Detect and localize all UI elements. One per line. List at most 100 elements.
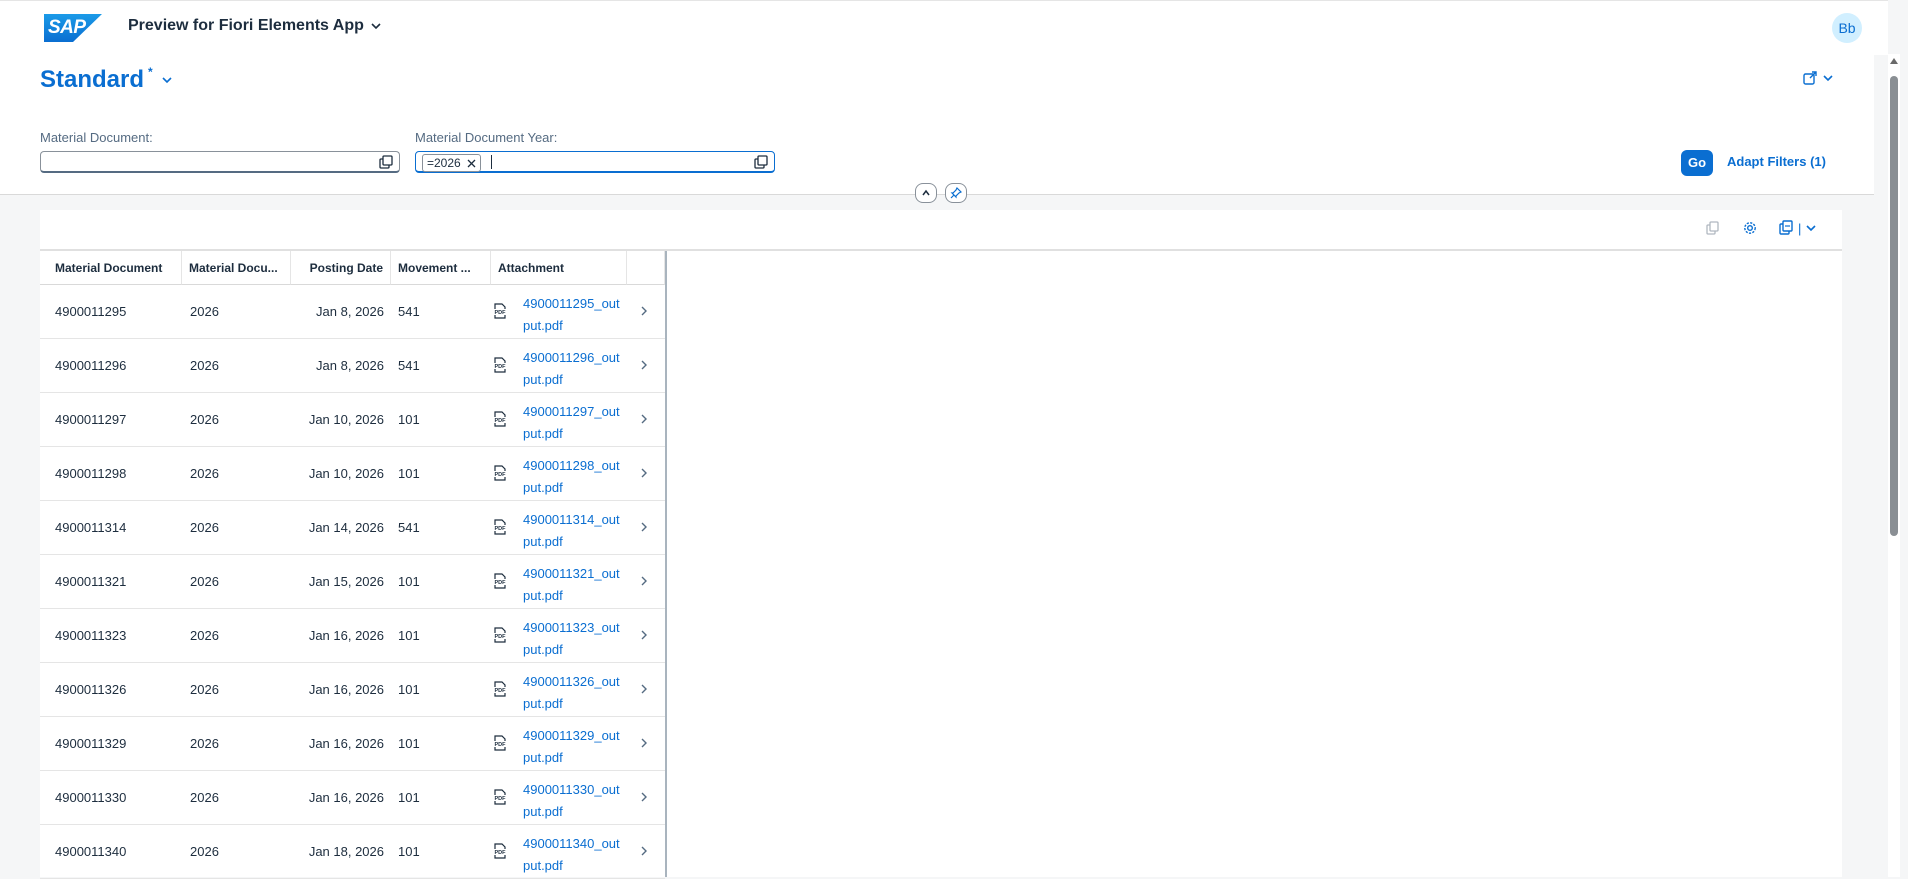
table-row[interactable]: 4900011330 2026 Jan 16, 2026 101 PDF 49000113… bbox=[40, 771, 665, 825]
close-icon[interactable] bbox=[467, 159, 476, 168]
svg-text:PDF: PDF bbox=[495, 742, 507, 748]
cell-material-document: 4900011323 bbox=[55, 628, 127, 643]
column-header-movement-type[interactable]: Movement ... bbox=[391, 251, 491, 285]
table-row[interactable]: 4900011296 2026 Jan 8, 2026 541 PDF 490001129… bbox=[40, 339, 665, 393]
attachment-link[interactable]: 4900011330_output.pdf bbox=[523, 779, 623, 823]
toolbar-separator: | bbox=[1798, 220, 1802, 236]
value-help-icon[interactable] bbox=[379, 155, 393, 169]
cell-movement-type: 101 bbox=[398, 466, 420, 481]
cell-posting-date: Jan 16, 2026 bbox=[308, 628, 384, 643]
svg-text:PDF: PDF bbox=[495, 310, 507, 316]
pdf-icon: PDF bbox=[492, 627, 508, 643]
chevron-down-icon bbox=[371, 23, 381, 30]
filter-token[interactable]: =2026 bbox=[422, 154, 481, 172]
chevron-right-icon[interactable] bbox=[638, 359, 650, 371]
cell-material-document: 4900011296 bbox=[55, 358, 127, 373]
cell-material-document: 4900011314 bbox=[55, 520, 127, 535]
chevron-right-icon[interactable] bbox=[638, 791, 650, 803]
table-row[interactable]: 4900011298 2026 Jan 10, 2026 101 PDF 49000112… bbox=[40, 447, 665, 501]
pin-icon bbox=[950, 187, 962, 199]
cell-material-document: 4900011330 bbox=[55, 790, 127, 805]
table-row[interactable]: 4900011297 2026 Jan 10, 2026 101 PDF 49000112… bbox=[40, 393, 665, 447]
attachment-link[interactable]: 4900011298_output.pdf bbox=[523, 455, 623, 499]
variant-management[interactable]: Standard * bbox=[40, 65, 173, 94]
chevron-up-icon bbox=[922, 189, 930, 196]
avatar[interactable]: Bb bbox=[1832, 13, 1862, 43]
table-row[interactable]: 4900011323 2026 Jan 16, 2026 101 PDF 49000113… bbox=[40, 609, 665, 663]
table-row[interactable]: 4900011321 2026 Jan 15, 2026 101 PDF 49000113… bbox=[40, 555, 665, 609]
pin-header-button[interactable] bbox=[945, 183, 967, 203]
cell-movement-type: 101 bbox=[398, 844, 420, 859]
page-scrollbar[interactable] bbox=[1888, 54, 1900, 877]
column-header-material-document[interactable]: Material Document bbox=[40, 251, 182, 285]
cell-movement-type: 101 bbox=[398, 628, 420, 643]
cell-posting-date: Jan 8, 2026 bbox=[316, 304, 384, 319]
share-button[interactable] bbox=[1802, 70, 1834, 86]
column-header-attachment[interactable]: Attachment bbox=[491, 251, 627, 285]
pdf-icon: PDF bbox=[492, 573, 508, 589]
column-header-material-document-year[interactable]: Material Docu... bbox=[182, 251, 291, 285]
material-document-year-field[interactable]: =2026 bbox=[415, 151, 775, 173]
chevron-right-icon[interactable] bbox=[638, 575, 650, 587]
scrollbar-thumb[interactable] bbox=[1890, 76, 1898, 536]
chevron-right-icon[interactable] bbox=[638, 683, 650, 695]
material-document-field[interactable] bbox=[40, 151, 400, 173]
results-table: Material Document Material Docu... Posti… bbox=[40, 251, 667, 879]
cell-material-document-year: 2026 bbox=[190, 574, 219, 589]
chevron-right-icon[interactable] bbox=[638, 629, 650, 641]
attachment-link[interactable]: 4900011314_output.pdf bbox=[523, 509, 623, 553]
cell-material-document-year: 2026 bbox=[190, 358, 219, 373]
pdf-icon: PDF bbox=[492, 789, 508, 805]
page-header: Standard * Material Document: Material D… bbox=[0, 54, 1874, 195]
variant-modified-marker: * bbox=[148, 65, 153, 79]
column-header-posting-date[interactable]: Posting Date bbox=[291, 251, 391, 285]
attachment-link[interactable]: 4900011296_output.pdf bbox=[523, 347, 623, 391]
adapt-filters-button[interactable]: Adapt Filters (1) bbox=[1727, 154, 1826, 169]
cell-movement-type: 541 bbox=[398, 304, 420, 319]
cell-movement-type: 101 bbox=[398, 790, 420, 805]
table-row[interactable]: 4900011340 2026 Jan 18, 2026 101 PDF 49000113… bbox=[40, 825, 665, 879]
attachment-link[interactable]: 4900011297_output.pdf bbox=[523, 401, 623, 445]
collapse-header-button[interactable] bbox=[915, 183, 937, 203]
sap-logo[interactable]: SAP bbox=[44, 14, 102, 42]
cell-movement-type: 541 bbox=[398, 358, 420, 373]
gear-icon[interactable] bbox=[1742, 220, 1758, 236]
cell-movement-type: 541 bbox=[398, 520, 420, 535]
chevron-right-icon[interactable] bbox=[638, 737, 650, 749]
token-text: =2026 bbox=[427, 156, 461, 170]
text-cursor bbox=[491, 155, 492, 169]
chevron-right-icon[interactable] bbox=[638, 845, 650, 857]
cell-posting-date: Jan 16, 2026 bbox=[308, 736, 384, 751]
chevron-right-icon[interactable] bbox=[638, 305, 650, 317]
shell-bar: SAP Preview for Fiori Elements App Bb bbox=[0, 0, 1888, 55]
app-title-menu[interactable]: Preview for Fiori Elements App bbox=[128, 17, 382, 35]
chevron-right-icon[interactable] bbox=[638, 521, 650, 533]
attachment-link[interactable]: 4900011326_output.pdf bbox=[523, 671, 623, 715]
column-header-navigation bbox=[627, 251, 665, 285]
table-row[interactable]: 4900011329 2026 Jan 16, 2026 101 PDF 49000113… bbox=[40, 717, 665, 771]
cell-material-document-year: 2026 bbox=[190, 790, 219, 805]
svg-text:PDF: PDF bbox=[495, 688, 507, 694]
chevron-right-icon[interactable] bbox=[638, 413, 650, 425]
attachment-link[interactable]: 4900011329_output.pdf bbox=[523, 725, 623, 769]
copy-icon[interactable] bbox=[1705, 220, 1721, 236]
cell-movement-type: 101 bbox=[398, 574, 420, 589]
chevron-right-icon[interactable] bbox=[638, 467, 650, 479]
attachment-link[interactable]: 4900011321_output.pdf bbox=[523, 563, 623, 607]
attachment-link[interactable]: 4900011295_output.pdf bbox=[523, 293, 623, 337]
cell-posting-date: Jan 14, 2026 bbox=[308, 520, 384, 535]
svg-text:PDF: PDF bbox=[495, 850, 507, 856]
cell-material-document: 4900011321 bbox=[55, 574, 127, 589]
table-row[interactable]: 4900011295 2026 Jan 8, 2026 541 PDF 490001129… bbox=[40, 285, 665, 339]
table-row[interactable]: 4900011314 2026 Jan 14, 2026 541 PDF 49000113… bbox=[40, 501, 665, 555]
variant-name: Standard bbox=[40, 66, 145, 93]
export-button[interactable]: | bbox=[1778, 220, 1817, 236]
pdf-icon: PDF bbox=[492, 519, 508, 535]
attachment-link[interactable]: 4900011323_output.pdf bbox=[523, 617, 623, 661]
go-button[interactable]: Go bbox=[1681, 150, 1713, 176]
table-row[interactable]: 4900011326 2026 Jan 16, 2026 101 PDF 49000113… bbox=[40, 663, 665, 717]
attachment-link[interactable]: 4900011340_output.pdf bbox=[523, 833, 623, 877]
scroll-up-icon[interactable] bbox=[1890, 58, 1898, 64]
cell-posting-date: Jan 10, 2026 bbox=[308, 412, 384, 427]
value-help-icon[interactable] bbox=[754, 155, 768, 169]
